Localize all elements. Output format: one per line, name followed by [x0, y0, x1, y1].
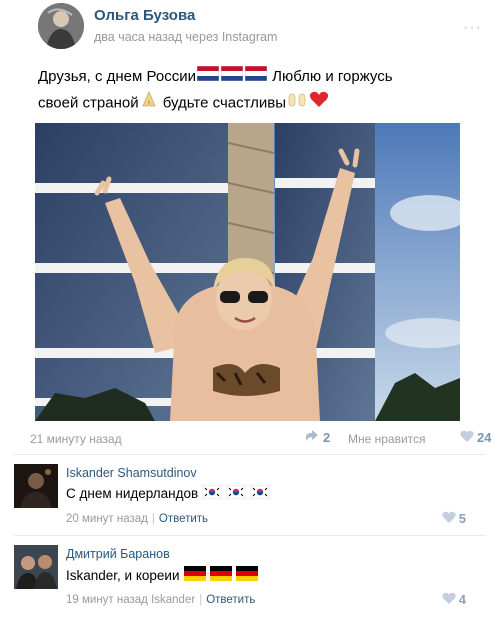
comment: Iskander Shamsutdinov С днем нидерландов…	[14, 464, 486, 532]
post-text-part: будьте счастливы	[162, 94, 287, 112]
comment-like-button[interactable]: 5	[442, 511, 466, 526]
comment-like-count: 4	[458, 592, 466, 607]
like-button[interactable]: 24	[460, 430, 491, 445]
comment-meta: 20 минут назад | Ответить	[66, 513, 208, 525]
comment-time[interactable]: 20 минут назад	[66, 513, 148, 525]
comment-text: Iskander, и кореии	[66, 566, 258, 584]
comment-meta: 19 минут назад Iskander | Ответить	[66, 594, 255, 606]
commenter-name[interactable]: Iskander Shamsutdinov	[66, 466, 197, 480]
share-button[interactable]: 2	[305, 430, 330, 445]
divider	[14, 454, 486, 455]
comment-text-content: Iskander, и кореии	[66, 567, 180, 583]
like-count: 24	[477, 430, 492, 445]
more-options-icon[interactable]: ···	[463, 19, 482, 37]
comment-time[interactable]: 19 минут назад Iskander	[66, 594, 195, 606]
south-korea-flag-icon	[201, 484, 223, 502]
heart-icon	[442, 511, 456, 526]
post-text-line-1: Друзья, с днем России Люблю и горжусь	[38, 64, 478, 90]
reply-button[interactable]: Ответить	[159, 513, 208, 525]
germany-flag-icon	[183, 566, 206, 584]
raised-hands-icon	[287, 90, 307, 117]
post-meta[interactable]: два часа назад через Instagram	[94, 30, 277, 44]
netherlands-flag-icon	[220, 64, 244, 90]
separator: |	[151, 513, 155, 525]
red-heart-icon	[309, 90, 329, 117]
like-label[interactable]: Мне нравится	[348, 432, 426, 446]
post-header: Ольга Бузова два часа назад через Instag…	[38, 3, 488, 49]
comment-like-count: 5	[458, 511, 466, 526]
post-footer: 21 минуту назад 2 Мне нравится 24	[30, 430, 491, 450]
netherlands-flag-icon	[196, 64, 220, 90]
separator: |	[199, 594, 203, 606]
commenter-avatar[interactable]	[14, 545, 58, 589]
post-text-part: своей страной	[38, 94, 139, 112]
share-count: 2	[323, 430, 331, 445]
author-name[interactable]: Ольга Бузова	[94, 7, 195, 24]
post-text-line-2: своей страной будьте счастливы	[38, 90, 478, 117]
comment-text-content: С днем нидерландов	[66, 486, 199, 501]
comment-text: С днем нидерландов	[66, 484, 271, 502]
heart-icon	[460, 430, 474, 445]
author-avatar[interactable]	[38, 3, 84, 49]
germany-flag-icon	[209, 566, 232, 584]
netherlands-flag-icon	[244, 64, 268, 90]
commenter-avatar[interactable]	[14, 464, 58, 508]
folded-hands-icon	[140, 90, 158, 117]
south-korea-flag-icon	[249, 484, 271, 502]
share-icon	[305, 430, 319, 445]
divider	[14, 535, 486, 536]
heart-icon	[442, 592, 456, 607]
germany-flag-icon	[235, 566, 258, 584]
post-text: Друзья, с днем России Люблю и горжусь св…	[38, 64, 478, 117]
commenter-name[interactable]: Дмитрий Баранов	[66, 547, 170, 561]
post-photo[interactable]	[35, 123, 460, 421]
post-text-part: Друзья, с днем России	[38, 68, 196, 85]
reply-button[interactable]: Ответить	[206, 594, 255, 606]
post-time[interactable]: 21 минуту назад	[30, 432, 122, 446]
south-korea-flag-icon	[225, 484, 247, 502]
post-text-part: Люблю и горжусь	[272, 68, 393, 85]
comment-like-button[interactable]: 4	[442, 592, 466, 607]
comment: Дмитрий Баранов Iskander, и кореии 19 ми…	[14, 545, 486, 615]
